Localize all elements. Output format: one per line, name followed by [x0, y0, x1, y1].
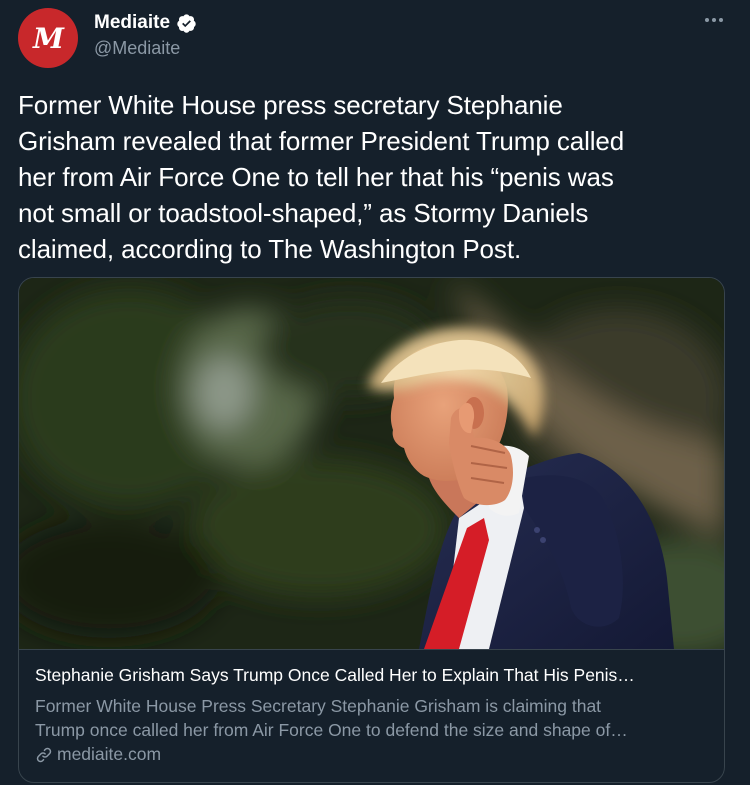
- card-description-line: Former White House Press Secretary Steph…: [35, 696, 602, 716]
- more-options-button[interactable]: [698, 8, 730, 32]
- tweet-text-line: claimed, according to The Washington Pos…: [18, 234, 522, 264]
- card-domain[interactable]: mediaite.com: [35, 744, 161, 765]
- tweet-text: Former White House press secretary Steph…: [18, 87, 718, 267]
- card-title[interactable]: Stephanie Grisham Says Trump Once Called…: [35, 665, 715, 686]
- tweet-text-line: Grisham revealed that former President T…: [18, 126, 625, 156]
- link-icon: [36, 747, 52, 762]
- avatar-logo: M: [33, 22, 64, 55]
- tweet-text-line: her from Air Force One to tell her that …: [18, 162, 614, 192]
- card-domain-text: mediaite.com: [57, 744, 162, 764]
- card-description-line: Trump once called her from Air Force One…: [35, 720, 628, 740]
- account-name[interactable]: Mediaite: [94, 12, 170, 34]
- card-divider: [19, 649, 724, 650]
- name-row: Mediaite: [94, 10, 197, 36]
- tweet: M Mediaite @Mediaite Former White House …: [0, 0, 750, 785]
- tweet-text-line: Former White House press secretary Steph…: [18, 90, 563, 120]
- card-image[interactable]: [19, 278, 725, 649]
- verified-badge-icon: [177, 13, 196, 33]
- more-options-icon: [705, 18, 723, 22]
- account-handle[interactable]: @Mediaite: [94, 38, 197, 59]
- link-card[interactable]: Stephanie Grisham Says Trump Once Called…: [18, 277, 725, 783]
- tweet-header: Mediaite @Mediaite: [94, 10, 197, 59]
- tweet-text-line: not small or toadstool-shaped,” as Storm…: [18, 198, 589, 228]
- card-description: Former White House Press Secretary Steph…: [35, 694, 715, 742]
- avatar[interactable]: M: [18, 8, 78, 68]
